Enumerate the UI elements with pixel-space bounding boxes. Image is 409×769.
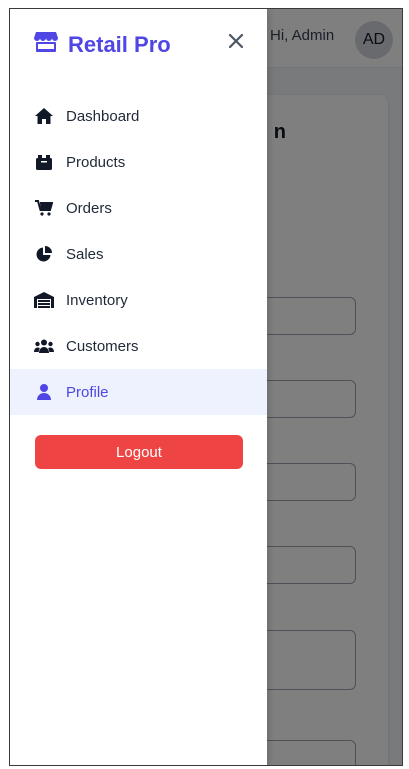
sidebar-item-products[interactable]: Products [10, 139, 267, 185]
sidebar-item-sales[interactable]: Sales [10, 231, 267, 277]
sidebar-item-label: Products [66, 153, 126, 171]
sidebar-item-label: Dashboard [66, 107, 140, 125]
close-icon [228, 33, 244, 53]
sidebar-nav: Dashboard Products Orders Sales Inventor… [10, 93, 267, 415]
brand[interactable]: Retail Pro [34, 31, 171, 58]
close-drawer-button[interactable] [224, 31, 248, 55]
brand-name: Retail Pro [68, 31, 171, 57]
sidebar-item-inventory[interactable]: Inventory [10, 277, 267, 323]
sidebar-item-label: Profile [66, 383, 109, 401]
sidebar-drawer: Retail Pro Dashboard Products Orders Sal… [10, 9, 267, 765]
cart-icon [34, 198, 54, 218]
sidebar-item-label: Customers [66, 337, 139, 355]
warehouse-icon [34, 290, 54, 310]
logout-button[interactable]: Logout [35, 435, 243, 469]
home-icon [34, 106, 54, 126]
sidebar-item-orders[interactable]: Orders [10, 185, 267, 231]
app-window: Hi, Admin AD n Retail Pro [9, 8, 403, 766]
user-icon [34, 382, 54, 402]
sidebar-item-dashboard[interactable]: Dashboard [10, 93, 267, 139]
sidebar-item-label: Orders [66, 199, 112, 217]
users-icon [34, 336, 54, 356]
pie-chart-icon [34, 244, 54, 264]
store-icon [34, 31, 58, 58]
sidebar-item-customers[interactable]: Customers [10, 323, 267, 369]
sidebar-item-profile[interactable]: Profile [10, 369, 267, 415]
sidebar-item-label: Inventory [66, 291, 128, 309]
box-icon [34, 152, 54, 172]
sidebar-item-label: Sales [66, 245, 104, 263]
